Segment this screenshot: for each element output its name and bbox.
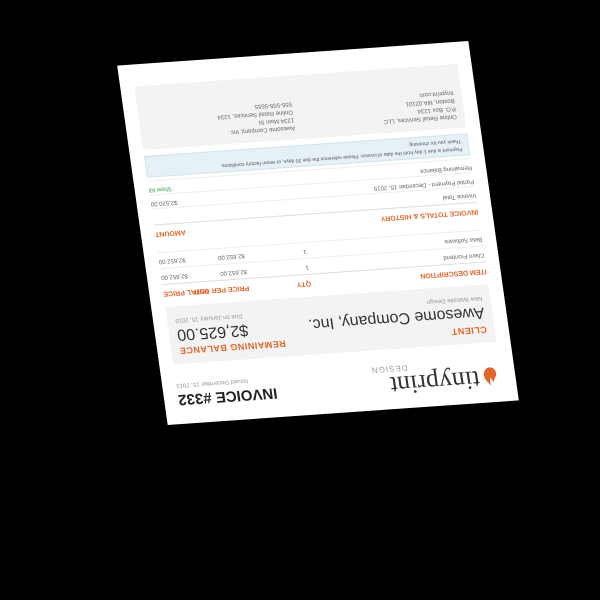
item-qty: 1 (304, 263, 310, 270)
item-total: $2,652.00 (160, 272, 189, 281)
col-total: TOTAL PRICE (162, 286, 210, 297)
history-show-all-link[interactable]: Show All (148, 185, 172, 193)
invoice-title: INVOICE #332 (177, 384, 279, 409)
flame-logo-icon (483, 367, 497, 387)
item-total: $2,652.00 (158, 256, 186, 265)
item-description: Client Frontend (442, 251, 485, 261)
client-block: CLIENT Awesome Company, Inc. New Website… (306, 295, 487, 347)
col-qty: QTY (296, 279, 312, 288)
item-description: Beta Software (443, 235, 483, 245)
item-price: $2,652.00 (219, 268, 248, 276)
history-amount-label: AMOUNT (154, 228, 187, 238)
balance-block: REMAINING BALANCE $2,625.00 Due on Janua… (175, 310, 287, 356)
history-label: Invoice Total (442, 191, 477, 201)
invoice-document: tinyprint DESIGN INVOICE #332 Issued Dec… (117, 41, 519, 425)
history-heading: INVOICE TOTALS & HISTORY (380, 207, 479, 222)
item-qty: 1 (302, 247, 307, 255)
photo-stage: tinyprint DESIGN INVOICE #332 Issued Dec… (0, 0, 600, 600)
history-value: $2,520.00 (150, 198, 178, 207)
history-label: Remaining Balance (419, 164, 473, 174)
sender-address: Online Retail Services, LLC P.O. Box 123… (380, 88, 458, 125)
client-address: Awesome Company, Inc. 1234 Main St Onlin… (216, 100, 296, 137)
col-description: ITEM DESCRIPTION (419, 267, 487, 279)
item-price: $2,652.00 (217, 252, 245, 261)
